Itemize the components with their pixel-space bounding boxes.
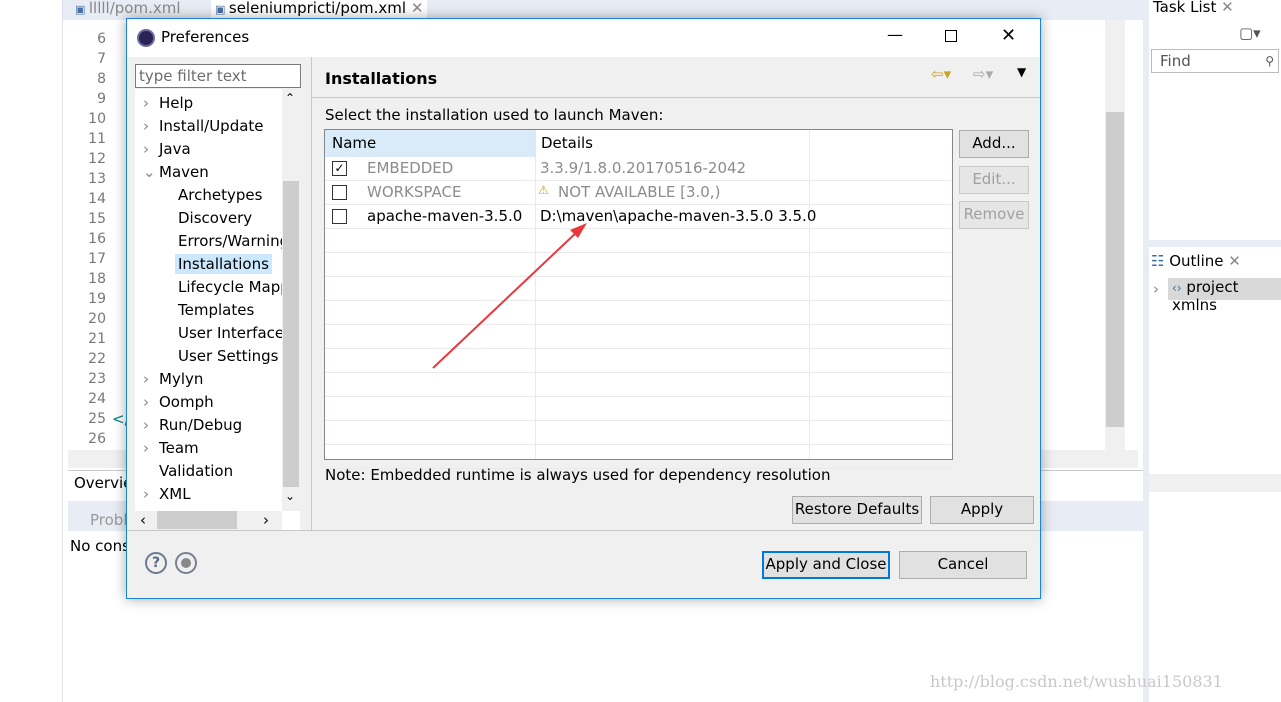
watermark: http://blog.csdn.net/wushuai150831	[930, 672, 1223, 691]
annotation-arrow	[432, 223, 587, 369]
